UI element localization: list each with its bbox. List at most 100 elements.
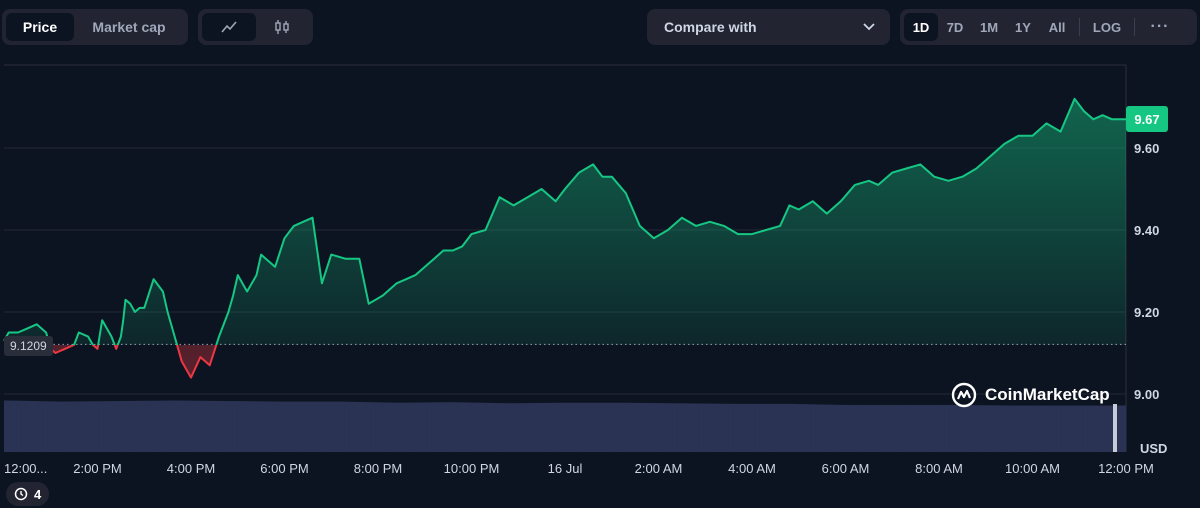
volume-bar [1039,405,1045,452]
volume-bar [905,404,911,452]
volume-bar [301,401,307,452]
volume-bar [349,401,354,452]
volume-bar [759,403,764,452]
volume-bar [724,403,730,452]
volume-bar [707,403,713,452]
x-tick-label: 6:00 PM [260,461,308,476]
volume-bar [137,400,143,452]
volume-bar [94,401,100,452]
volume-bar [1000,405,1006,452]
volume-bar [875,404,881,452]
volume-bar [90,401,95,452]
volume-bar [64,401,70,452]
volume-bar [763,403,769,452]
volume-bar [375,402,380,452]
y-tick-label: 9.40 [1134,223,1159,238]
volume-bar [694,403,700,452]
volume-bar [987,405,993,452]
volume-bar [51,401,57,452]
volume-bar [901,404,907,452]
x-tick-label: 8:00 PM [354,461,402,476]
volume-bar [426,402,432,452]
volume-bar [754,403,760,452]
volume-bar [746,403,751,452]
volume-bar [163,400,169,452]
volume-bar [815,404,820,452]
volume-bar [668,403,674,452]
volume-bar [962,405,967,452]
volume-bar [1009,405,1015,452]
volume-bar [47,401,52,452]
watermark-text: CoinMarketCap [985,385,1110,404]
volume-bar [500,403,505,452]
x-tick-label: 10:00 AM [1005,461,1060,476]
volume-bar [573,402,579,452]
volume-bar [772,403,777,452]
volume-bar [741,403,747,452]
volume-bar [262,401,268,452]
volume-bar [133,400,139,452]
x-tick-label: 12:00 PM [1098,461,1154,476]
volume-bar [487,402,492,452]
volume-bar [470,402,475,452]
volume-bar [280,401,285,452]
open-price-badge: 9.1209 [4,336,53,356]
volume-bar [1018,405,1023,452]
volume-bar [34,401,39,452]
volume-bar [521,403,527,452]
volume-bar [621,402,626,452]
volume-bar [642,402,648,452]
history-badge[interactable]: 4 [6,482,50,506]
volume-bar [1117,405,1122,452]
volume-bar [927,404,933,452]
volume-bar [198,400,203,452]
volume-bar [193,400,199,452]
volume-bar [461,402,467,452]
volume-bar [336,401,341,452]
volume-bar [401,402,406,452]
volume-bar [124,400,130,452]
volume-bar [237,401,242,452]
volume-bar [698,403,704,452]
volume-bar [949,404,954,452]
volume-bar [1022,405,1028,452]
coinmarketcap-watermark: CoinMarketCap [951,382,1110,408]
volume-bar [254,401,259,452]
volume-bar [1052,405,1058,452]
volume-bar [422,402,428,452]
volume-bar [733,403,738,452]
volume-bar [362,402,367,452]
history-icon [14,487,28,501]
volume-bar [98,401,104,452]
volume-bar [73,401,78,452]
volume-bar [431,402,436,452]
volume-bar [711,403,717,452]
volume-bar [116,401,121,452]
volume-bar [176,400,182,452]
volume-bar [418,402,423,452]
x-tick-label: 8:00 AM [915,461,963,476]
volume-bar [340,401,346,452]
volume-bar [884,404,889,452]
volume-bar [974,405,980,452]
volume-bar [103,401,108,452]
volume-bar [211,400,216,452]
y-tick-label: 9.60 [1134,141,1159,156]
volume-bar [172,400,177,452]
volume-bar [228,401,234,452]
volume-bar [1013,405,1019,452]
price-chart[interactable]: 9.00 9.20 9.40 9.60 12:00... 2:00 PM 4:00 PM 6… [0,0,1200,508]
volume-bar [1065,405,1071,452]
volume-bar [275,401,281,452]
volume-bar [150,400,156,452]
volume-bar [68,401,74,452]
volume-bar [703,403,708,452]
volume-bar [646,403,652,452]
volume-bar [923,404,928,452]
volume-bar [1087,405,1092,452]
price-area [4,98,1126,378]
volume-bar [258,401,264,452]
volume-bar [992,405,997,452]
volume-bar [107,401,113,452]
volume-bar [483,402,488,452]
